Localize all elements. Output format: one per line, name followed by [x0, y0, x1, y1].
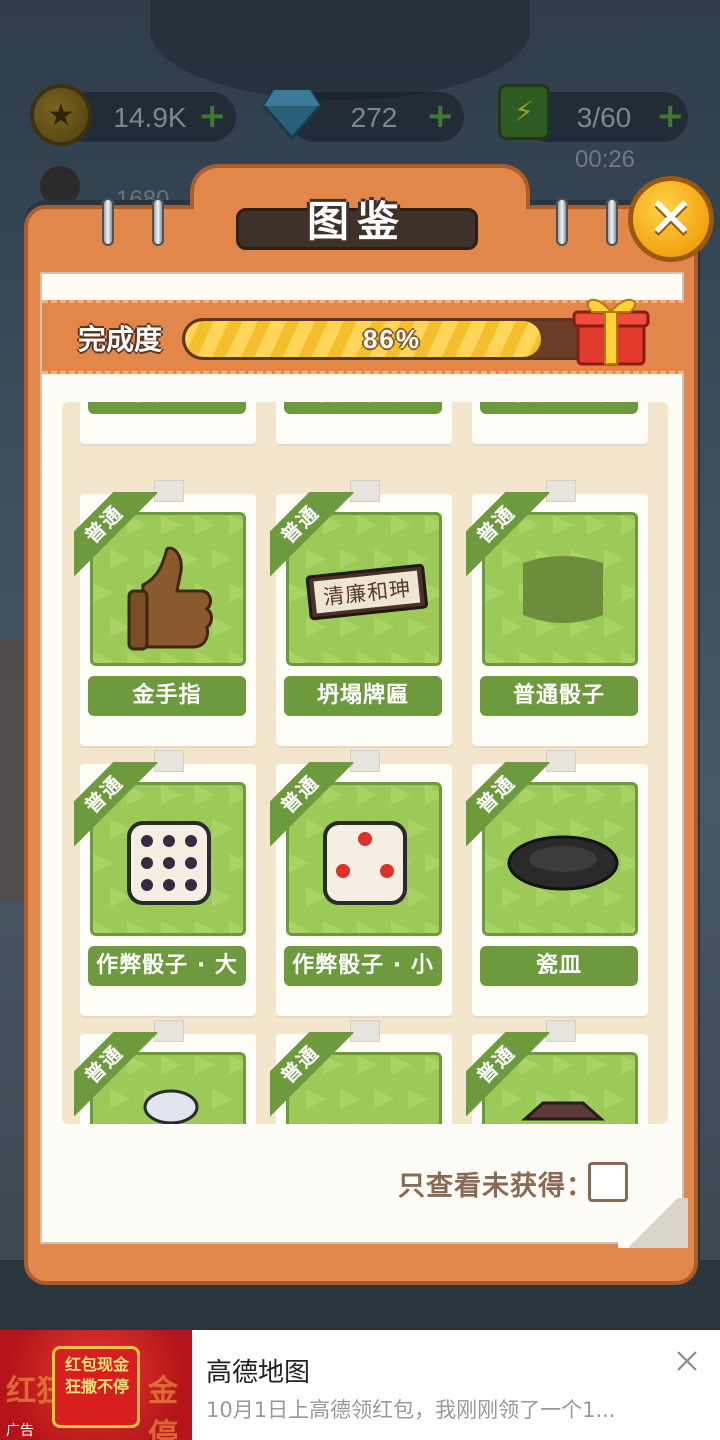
energy-timer: 00:26 [574, 146, 636, 173]
ad-description[interactable]: 10月1日上高德领红包，我刚刚领了一个1... [206, 1394, 666, 1424]
ceiling-lamp [150, 0, 530, 100]
rarity-ribbon: 普通 [270, 492, 362, 584]
catalog-card[interactable]: 枚元瓶 [80, 402, 256, 444]
catalog-card-collapsed-plaque[interactable]: 清廉和珅 普通 坍塌牌匾 [270, 480, 452, 746]
catalog-card[interactable]: 普通挂画 [472, 402, 648, 444]
ad-title[interactable]: 高德地图 [206, 1352, 310, 1389]
rarity-ribbon: 普通 [466, 1032, 558, 1124]
rarity-ribbon: 普通 [270, 762, 362, 854]
catalog-card[interactable]: 普通 [466, 1020, 648, 1124]
catalog-card-porcelain-dish[interactable]: 普通 瓷皿 [466, 750, 648, 1016]
ad-slogan-line-2: 狂撒不停 [64, 1377, 129, 1396]
rarity-ribbon: 普通 [74, 1032, 166, 1124]
catalog-card-normal-dice[interactable]: 普通 普通骰子 [466, 480, 648, 746]
filter-unowned-checkbox[interactable] [588, 1162, 628, 1202]
filter-unowned-label: 只查看未获得： [398, 1171, 594, 1202]
rarity-label: 普通 [270, 492, 354, 578]
rarity-ribbon: 普通 [466, 762, 558, 854]
catalog-card[interactable]: 普通 [74, 1020, 256, 1124]
ad-slogan-line-1: 红包现金 [64, 1355, 129, 1374]
rarity-label: 普通 [270, 762, 354, 848]
add-gems-icon[interactable]: + [426, 96, 455, 136]
item-name: 普通花瓶 [284, 402, 442, 414]
rarity-ribbon: 普通 [74, 762, 166, 854]
item-name: 普通挂画 [480, 402, 638, 414]
add-coins-icon[interactable]: + [198, 96, 227, 136]
catalog-card-cheat-dice-big[interactable]: 普通 作弊骰子 · 大 [74, 750, 256, 1016]
item-name: 作弊骰子 · 大 [88, 946, 246, 986]
energy-value: 3/60 [576, 102, 632, 133]
gem-icon [262, 88, 322, 140]
gem-value: 272 [350, 102, 398, 133]
rarity-label: 普通 [74, 492, 158, 578]
coin-value: 14.9K [113, 102, 187, 133]
close-icon: ✕ [647, 186, 695, 251]
rarity-label: 普通 [74, 1032, 158, 1118]
item-name: 金手指 [88, 676, 246, 716]
ad-tag: 广告 [6, 1423, 34, 1439]
modal-title: 图鉴 [306, 197, 407, 246]
ad-image-side-text: 金停 [148, 1374, 178, 1440]
gift-reward-button[interactable] [572, 290, 650, 368]
paper-fold [618, 1198, 688, 1248]
item-name: 坍塌牌匾 [284, 676, 442, 716]
completion-label: 完成度 [78, 323, 163, 356]
ad-image-slogan: 红包现金 狂撒不停 [58, 1354, 136, 1398]
rarity-label: 普通 [466, 762, 550, 848]
close-button[interactable]: ✕ [628, 176, 714, 262]
completion-percent: 86% [362, 324, 422, 354]
binder-ring [102, 198, 114, 246]
catalog-card-golden-thumb[interactable]: 普通 金手指 [74, 480, 256, 746]
item-name: 普通骰子 [480, 676, 638, 716]
coin-icon [30, 84, 92, 146]
rarity-label: 普通 [270, 1032, 354, 1118]
binder-ring [152, 198, 164, 246]
item-name: 瓷皿 [480, 946, 638, 986]
binder-ring [556, 198, 568, 246]
rarity-ribbon: 普通 [270, 1032, 362, 1124]
ad-close-icon[interactable] [672, 1346, 702, 1376]
add-energy-icon[interactable]: + [656, 96, 685, 136]
binder-ring [606, 198, 618, 246]
rarity-label: 普通 [466, 1032, 550, 1118]
rarity-label: 普通 [466, 492, 550, 578]
rarity-label: 普通 [74, 762, 158, 848]
catalog-grid[interactable]: 枚元瓶 普通花瓶 普通挂画 普通 金手指 清廉和珅 普通 [62, 402, 668, 1124]
rarity-ribbon: 普通 [74, 492, 166, 584]
catalog-card[interactable]: 普通花瓶 [276, 402, 452, 444]
gift-icon [572, 299, 650, 366]
energy-battery-icon [498, 84, 550, 140]
catalog-card-cheat-dice-small[interactable]: 普通 作弊骰子 · 小 [270, 750, 452, 1016]
catalog-card[interactable]: 普通 [270, 1020, 452, 1124]
item-name: 枚元瓶 [88, 402, 246, 414]
rarity-ribbon: 普通 [466, 492, 558, 584]
item-name: 作弊骰子 · 小 [284, 946, 442, 986]
